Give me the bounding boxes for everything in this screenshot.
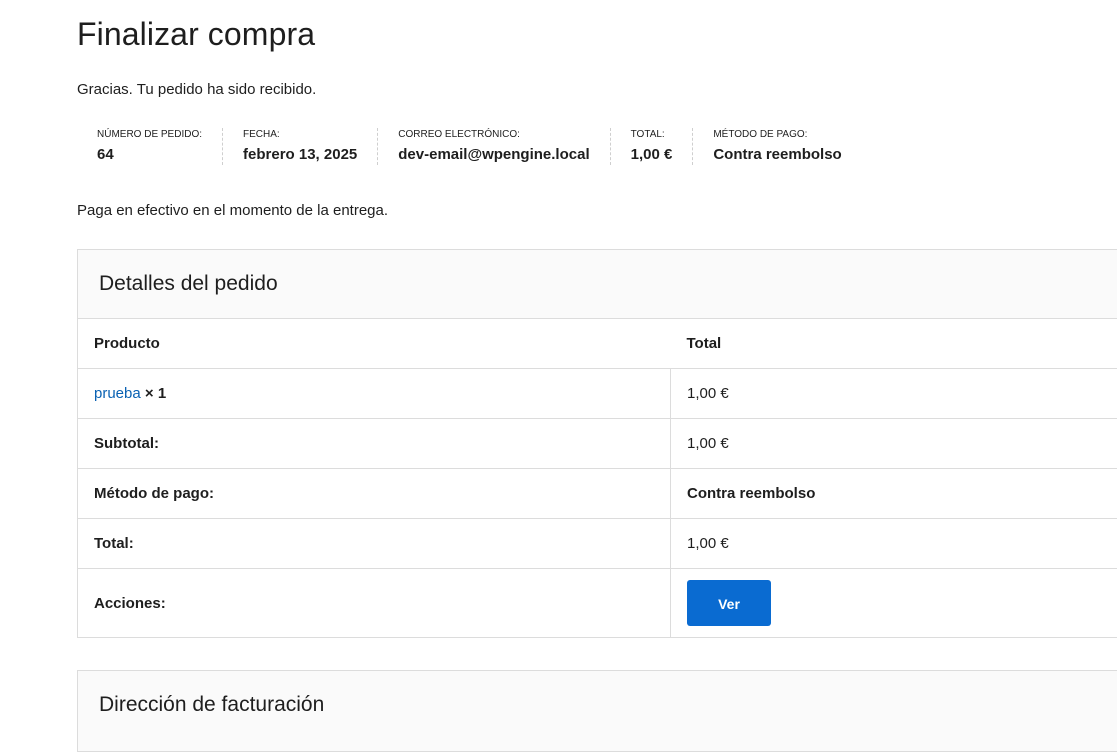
overview-payment-method: MÉTODO DE PAGO: Contra reembolso [693,128,861,165]
overview-label: CORREO ELECTRÓNICO: [398,128,589,141]
actions-label: Acciones: [78,569,671,638]
billing-address-section: Dirección de facturación [77,670,1117,752]
overview-value: dev-email@wpengine.local [398,146,589,164]
subtotal-value: 1,00 € [671,419,1117,469]
overview-date: FECHA: febrero 13, 2025 [223,128,378,165]
subtotal-label: Subtotal: [78,419,671,469]
order-details-section: Detalles del pedido Producto Total prueb… [77,249,1117,638]
actions-cell: Ver [671,569,1117,638]
view-order-button[interactable]: Ver [687,580,771,626]
table-row: Acciones: Ver [78,569,1117,638]
overview-order-number: NÚMERO DE PEDIDO: 64 [77,128,223,165]
page-title: Finalizar compra [77,16,315,53]
payment-instructions: Paga en efectivo en el momento de la ent… [77,202,388,219]
total-label: Total: [78,519,671,569]
overview-value: febrero 13, 2025 [243,146,357,164]
total-column-header: Total [671,319,1117,369]
product-cell: prueba × 1 [78,369,671,419]
overview-value: 64 [97,146,202,164]
table-row: Método de pago: Contra reembolso [78,469,1117,519]
order-details-table: Producto Total prueba × 1 1,00 € Subtota… [78,318,1117,637]
order-received-notice: Gracias. Tu pedido ha sido recibido. [77,81,316,98]
billing-address-title: Dirección de facturación [99,693,324,717]
overview-label: FECHA: [243,128,357,141]
order-details-header: Detalles del pedido [78,250,1117,318]
total-value: 1,00 € [671,519,1117,569]
order-details-title: Detalles del pedido [99,272,278,296]
overview-email: CORREO ELECTRÓNICO: dev-email@wpengine.l… [378,128,610,165]
payment-method-value: Contra reembolso [671,469,1117,519]
order-overview: NÚMERO DE PEDIDO: 64 FECHA: febrero 13, … [77,128,862,165]
table-header-row: Producto Total [78,319,1117,369]
product-link[interactable]: prueba [94,385,141,402]
billing-address-header: Dirección de facturación [78,671,1117,739]
table-row: Subtotal: 1,00 € [78,419,1117,469]
product-quantity: × 1 [145,385,166,402]
overview-label: TOTAL: [631,128,673,141]
overview-label: MÉTODO DE PAGO: [713,128,841,141]
overview-value: 1,00 € [631,146,673,164]
overview-label: NÚMERO DE PEDIDO: [97,128,202,141]
product-total: 1,00 € [671,369,1117,419]
table-row: prueba × 1 1,00 € [78,369,1117,419]
overview-value: Contra reembolso [713,146,841,164]
table-row: Total: 1,00 € [78,519,1117,569]
payment-method-label: Método de pago: [78,469,671,519]
overview-total: TOTAL: 1,00 € [611,128,694,165]
product-column-header: Producto [78,319,671,369]
